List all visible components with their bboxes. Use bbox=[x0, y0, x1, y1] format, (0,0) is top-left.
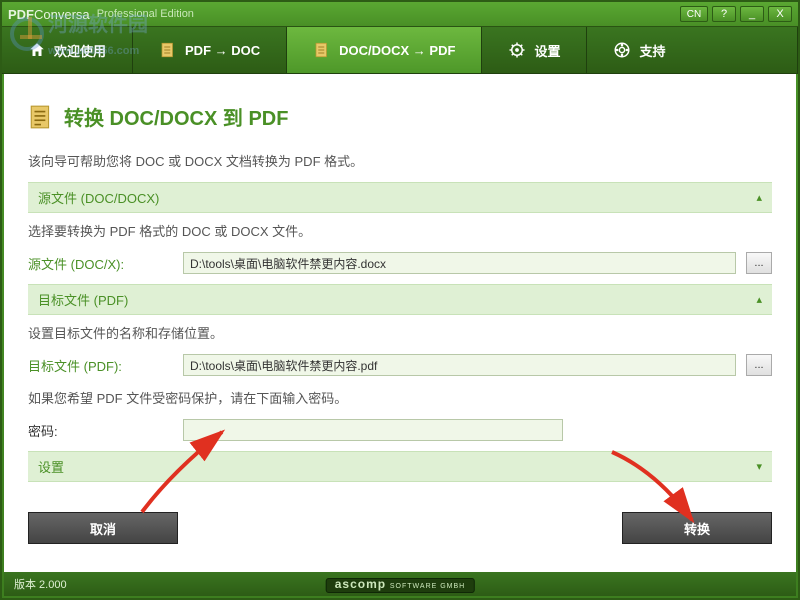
language-button[interactable]: CN bbox=[680, 6, 708, 22]
page-title-text: 转换 DOC/DOCX 到 PDF bbox=[64, 102, 288, 131]
password-input[interactable] bbox=[183, 419, 563, 441]
source-file-row: 源文件 (DOC/X): ... bbox=[28, 252, 772, 274]
chevron-up-icon: ▴ bbox=[756, 293, 762, 306]
tab-label: 欢迎使用 bbox=[54, 41, 106, 60]
main-content: 转换 DOC/DOCX 到 PDF 该向导可帮助您将 DOC 或 DOCX 文档… bbox=[4, 74, 796, 572]
app-title-prefix: PDF bbox=[8, 7, 34, 22]
tab-settings[interactable]: 设置 bbox=[482, 27, 587, 73]
support-icon bbox=[613, 41, 631, 59]
app-edition-text: Professional Edition bbox=[97, 8, 194, 20]
brand-sub: SOFTWARE GMBH bbox=[390, 583, 465, 590]
tab-label: DOC/DOCX → PDF bbox=[339, 43, 455, 58]
password-hint: 如果您希望 PDF 文件受密码保护，请在下面输入密码。 bbox=[28, 388, 772, 407]
app-title: Conversa bbox=[34, 7, 90, 22]
target-file-input[interactable] bbox=[183, 354, 736, 376]
tab-support[interactable]: 支持 bbox=[587, 27, 798, 73]
section-source-label: 源文件 (DOC/DOCX) bbox=[38, 188, 159, 207]
tab-label: 设置 bbox=[534, 41, 560, 60]
chevron-up-icon: ▴ bbox=[756, 191, 762, 204]
gear-icon bbox=[508, 41, 526, 59]
version-text: 版本 2.000 bbox=[14, 576, 67, 592]
password-label: 密码: bbox=[28, 421, 173, 440]
convert-button[interactable]: 转换 bbox=[622, 512, 772, 544]
section-source-header[interactable]: 源文件 (DOC/DOCX) ▴ bbox=[28, 182, 772, 213]
page-title: 转换 DOC/DOCX 到 PDF bbox=[28, 102, 772, 131]
source-browse-button[interactable]: ... bbox=[746, 252, 772, 274]
source-file-input[interactable] bbox=[183, 252, 736, 274]
status-bar: 版本 2.000 ascomp SOFTWARE GMBH bbox=[4, 572, 796, 596]
target-browse-button[interactable]: ... bbox=[746, 354, 772, 376]
source-hint: 选择要转换为 PDF 格式的 DOC 或 DOCX 文件。 bbox=[28, 221, 772, 240]
app-window: 河源软件园 www.pc0356.com PDF Conversa Profes… bbox=[0, 0, 800, 600]
section-target-header[interactable]: 目标文件 (PDF) ▴ bbox=[28, 284, 772, 315]
tab-label: 支持 bbox=[639, 41, 665, 60]
section-settings-label: 设置 bbox=[38, 457, 64, 476]
tab-doc-to-pdf[interactable]: DOC/DOCX → PDF bbox=[287, 27, 482, 73]
cancel-button[interactable]: 取消 bbox=[28, 512, 178, 544]
target-file-label: 目标文件 (PDF): bbox=[28, 356, 173, 375]
target-hint: 设置目标文件的名称和存储位置。 bbox=[28, 323, 772, 342]
doc-icon bbox=[313, 41, 331, 59]
password-row: 密码: bbox=[28, 419, 772, 441]
source-file-label: 源文件 (DOC/X): bbox=[28, 254, 173, 273]
brand-name: ascomp bbox=[335, 577, 386, 591]
help-button[interactable]: ? bbox=[712, 6, 736, 22]
tab-pdf-to-doc[interactable]: PDF → DOC bbox=[133, 27, 287, 73]
chevron-down-icon: ▾ bbox=[756, 460, 762, 473]
tab-label: PDF → DOC bbox=[185, 43, 260, 58]
tab-welcome[interactable]: 欢迎使用 bbox=[2, 27, 133, 73]
tab-bar: 欢迎使用 PDF → DOC DOC/DOCX → PDF 设置 支持 bbox=[2, 26, 798, 74]
page-intro: 该向导可帮助您将 DOC 或 DOCX 文档转换为 PDF 格式。 bbox=[28, 151, 772, 170]
home-icon bbox=[28, 41, 46, 59]
button-bar: 取消 转换 bbox=[28, 512, 772, 544]
titlebar: PDF Conversa Professional Edition CN ? _… bbox=[2, 2, 798, 26]
target-file-row: 目标文件 (PDF): ... bbox=[28, 354, 772, 376]
brand-badge: ascomp SOFTWARE GMBH bbox=[326, 577, 475, 591]
minimize-button[interactable]: _ bbox=[740, 6, 764, 22]
section-target-label: 目标文件 (PDF) bbox=[38, 290, 128, 309]
app-edition bbox=[92, 8, 95, 20]
doc-icon bbox=[28, 104, 54, 130]
doc-icon bbox=[159, 41, 177, 59]
window-controls: CN ? _ X bbox=[680, 6, 792, 22]
section-settings-header[interactable]: 设置 ▾ bbox=[28, 451, 772, 482]
close-button[interactable]: X bbox=[768, 6, 792, 22]
